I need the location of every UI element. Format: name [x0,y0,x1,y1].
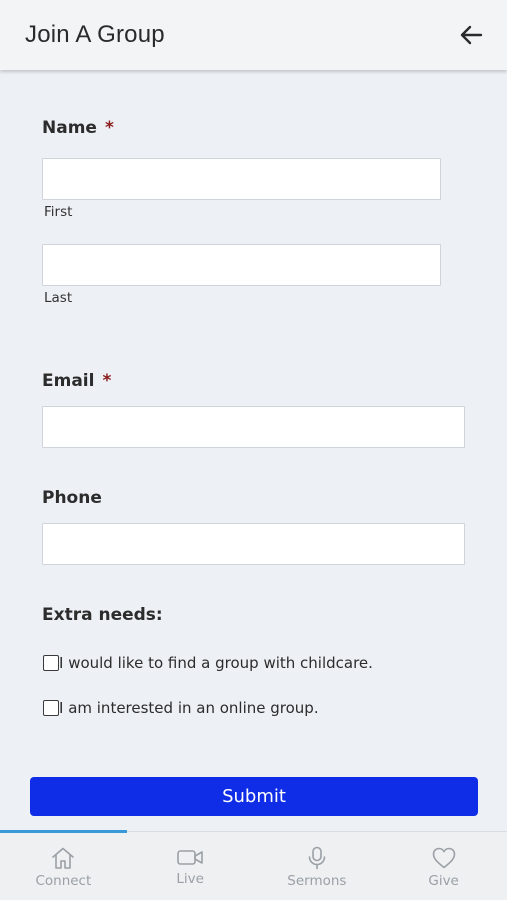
tab-sermons[interactable]: Sermons [254,832,381,900]
submit-button[interactable]: Submit [30,777,478,816]
last-name-input[interactable] [42,244,441,286]
page-title: Join A Group [25,21,165,48]
email-label: Email * [42,371,112,391]
active-tab-indicator [0,830,127,833]
required-mark: * [104,118,114,138]
app-header: Join A Group [0,0,507,70]
tab-live[interactable]: Live [127,832,254,900]
email-input[interactable] [42,406,465,448]
video-camera-icon [177,850,203,865]
heart-icon [432,847,455,869]
home-icon [52,847,75,869]
required-mark: * [102,371,112,391]
back-button[interactable] [457,21,485,49]
tab-connect[interactable]: Connect [0,832,127,900]
phone-input[interactable] [42,523,465,565]
first-name-sublabel: First [44,204,73,220]
arrow-left-icon [460,25,483,45]
tab-connect-label: Connect [35,873,92,889]
phone-label: Phone [42,488,102,508]
extra-needs-label: Extra needs: [42,605,163,625]
online-group-option[interactable]: I am interested in an online group. [43,699,319,717]
childcare-checkbox[interactable] [43,655,59,671]
tab-live-label: Live [176,871,204,887]
online-group-checkbox[interactable] [43,700,59,716]
online-group-option-label: I am interested in an online group. [59,699,319,717]
last-name-sublabel: Last [44,290,73,306]
childcare-option[interactable]: I would like to find a group with childc… [43,654,373,672]
first-name-input[interactable] [42,158,441,200]
bottom-tab-bar: Connect Live Sermons Give [0,831,507,900]
childcare-option-label: I would like to find a group with childc… [59,654,373,672]
tab-sermons-label: Sermons [287,873,347,889]
name-label: Name * [42,118,114,138]
tab-give-label: Give [428,873,459,889]
tab-give[interactable]: Give [380,832,507,900]
microphone-icon [308,846,326,870]
